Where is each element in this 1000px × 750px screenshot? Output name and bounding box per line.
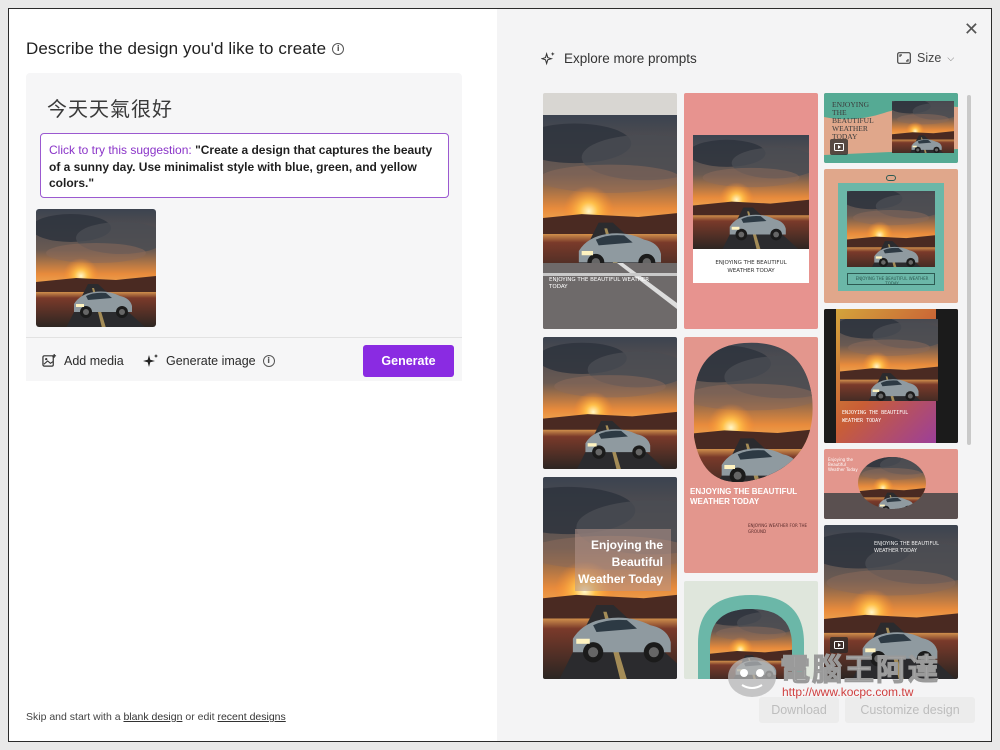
template-caption: ENJOYING THE BEAUTIFUL WEATHER TODAY xyxy=(874,541,954,555)
caption-line: WEATHER TODAY xyxy=(690,497,760,506)
caption-line: Enjoying the xyxy=(591,538,663,552)
template-card-4[interactable] xyxy=(543,337,677,469)
caption-line: WEATHER TODAY xyxy=(842,418,882,424)
generate-image-label: Generate image xyxy=(166,354,256,368)
template-subcaption: ENJOYING WEATHER FOR THE GROUND xyxy=(748,523,808,534)
prompt-toolbar: Add media Generate image i Generate xyxy=(26,337,462,381)
prompt-input[interactable]: 今天天氣很好 xyxy=(47,93,173,122)
attached-image-thumbnail[interactable] xyxy=(36,209,156,327)
caption-line: Weather Today xyxy=(578,572,663,586)
template-card-9[interactable]: ENJOYING THE BEAUTIFUL WEATHER TODAY xyxy=(824,309,958,443)
template-card-6[interactable]: Enjoying the Beautiful Weather Today xyxy=(543,477,677,679)
generate-image-button[interactable]: Generate image i xyxy=(143,353,275,369)
caption-line: WEATHER TODAY xyxy=(727,268,775,274)
template-caption: ENJOYING THE BEAUTIFUL WEATHER TODAY xyxy=(842,409,938,425)
image-add-icon xyxy=(42,353,57,367)
footer-middle: or edit xyxy=(185,711,215,723)
template-caption: ENJOYING THE BEAUTIFUL WEATHER TODAY xyxy=(690,487,810,507)
caption-line: ENJOYING THE BEAUTIFUL xyxy=(715,260,787,266)
prompt-panel: Describe the design you'd like to create… xyxy=(9,9,497,741)
caption-line: WEATHER TODAY xyxy=(874,548,918,554)
recent-designs-link[interactable]: recent designs xyxy=(217,711,285,723)
template-caption: Enjoying the Beautiful Weather Today xyxy=(577,537,663,588)
template-grid: ENJOYING THE BEAUTIFUL WEATHER TODAY Enj… xyxy=(497,9,991,679)
prompt-card: 今天天氣很好 Click to try this suggestion: "Cr… xyxy=(26,73,462,381)
video-play-icon xyxy=(830,139,848,155)
add-media-button[interactable]: Add media xyxy=(42,353,124,368)
footer-prefix: Skip and start with a xyxy=(26,711,121,723)
sparkle-icon xyxy=(143,354,158,367)
template-caption: ENJOYING THE BEAUTIFUL WEATHER TODAY xyxy=(832,101,874,141)
caption-line: ENJOYING THE BEAUTIFUL xyxy=(874,541,939,547)
info-circle-icon[interactable]: i xyxy=(262,355,275,367)
caption-line: ENJOYING THE BEAUTIFUL xyxy=(842,410,909,416)
watermark-title: 電腦王阿達 xyxy=(780,653,940,689)
grid-scrollbar[interactable] xyxy=(967,95,971,445)
caption-line: Beautiful xyxy=(611,555,663,569)
caption-line: Weather Today xyxy=(828,467,858,472)
mascot-icon xyxy=(728,657,776,697)
title-row: Describe the design you'd like to create… xyxy=(26,39,345,59)
suggestion-lead: Click to try this suggestion: xyxy=(49,143,192,157)
watermark-url: http://www.kocpc.com.tw xyxy=(782,685,914,699)
template-card-7[interactable]: ENJOYING THE BEAUTIFUL WEATHER TODAY xyxy=(824,169,958,303)
explore-panel: ✕ Explore more prompts Size ⌵ ENJOYING T… xyxy=(497,9,991,741)
suggestion-box[interactable]: Click to try this suggestion: "Create a … xyxy=(40,133,449,198)
template-card-1[interactable]: ENJOYING THE BEAUTIFUL WEATHER TODAY xyxy=(543,93,677,329)
page-title: Describe the design you'd like to create xyxy=(26,39,327,58)
template-card-2[interactable]: ENJOYING THE BEAUTIFUL WEATHER TODAY xyxy=(684,93,818,329)
template-caption: Enjoying the Beautiful Weather Today xyxy=(828,457,858,472)
blank-design-link[interactable]: blank design xyxy=(123,711,182,723)
design-dialog: Describe the design you'd like to create… xyxy=(8,8,992,742)
template-caption: ENJOYING THE BEAUTIFUL WEATHER TODAY xyxy=(855,276,929,286)
template-card-10[interactable]: Enjoying the Beautiful Weather Today xyxy=(824,449,958,519)
info-circle-icon[interactable]: i xyxy=(332,43,345,55)
generate-button[interactable]: Generate xyxy=(363,345,454,377)
caption-line: ENJOYING THE BEAUTIFUL xyxy=(690,487,798,496)
template-caption: ENJOYING THE BEAUTIFUL WEATHER TODAY xyxy=(693,259,809,275)
template-caption: ENJOYING THE BEAUTIFUL WEATHER TODAY xyxy=(549,277,650,290)
add-media-label: Add media xyxy=(64,353,124,368)
site-watermark: 電腦王阿達 http://www.kocpc.com.tw xyxy=(722,645,982,705)
template-card-3[interactable]: ENJOYING THE BEAUTIFUL WEATHER TODAY xyxy=(824,93,958,163)
template-card-5[interactable]: ENJOYING THE BEAUTIFUL WEATHER TODAY ENJ… xyxy=(684,337,818,573)
footer-links: Skip and start with a blank design or ed… xyxy=(26,711,286,723)
